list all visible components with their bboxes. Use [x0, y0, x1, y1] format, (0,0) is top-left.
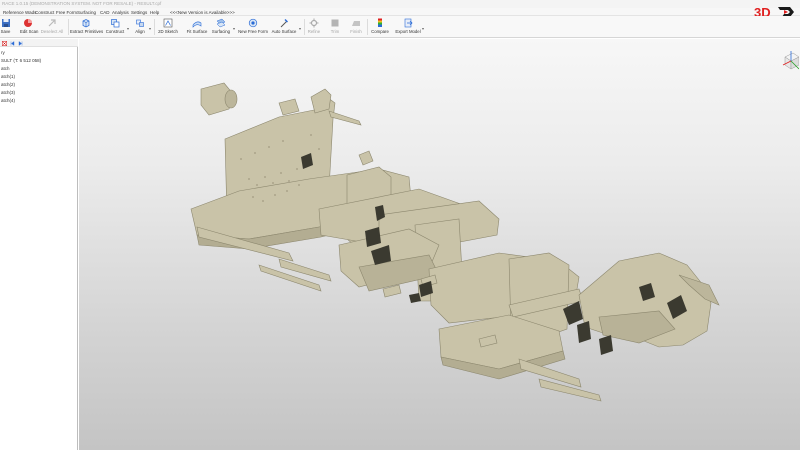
fit-surface-icon	[192, 21, 202, 28]
construct-icon	[111, 19, 120, 28]
ribbon-toolbar: Save Edit Scan Deselect All Extract Prim…	[0, 16, 800, 38]
update-notice-link[interactable]: <<<New Version is Available>>>	[170, 10, 235, 15]
tree-item[interactable]: atch(4)	[0, 97, 78, 105]
save-button-label: Save	[0, 29, 11, 34]
auto-surface-button[interactable]: Auto Surface	[270, 17, 298, 37]
trim-icon	[331, 19, 339, 27]
model-tree-panel: ry SULT (T: 6 512 058) atch atch(1) atch…	[0, 39, 78, 450]
auto-surface-label: Auto Surface	[271, 29, 297, 34]
fit-surface-label: Fit Surface	[186, 29, 208, 34]
finish-label: Finish	[350, 29, 362, 34]
menu-bar: Reference Wads Construct Free Form Surfa…	[0, 8, 800, 16]
menu-surfacing[interactable]: Surfacing	[77, 10, 96, 15]
export-model-dropdown-icon[interactable]: ▾	[422, 26, 424, 31]
toolbar-separator	[367, 19, 368, 35]
tree-toolbar	[0, 39, 78, 47]
edit-scan-icon	[24, 19, 32, 27]
construct-dropdown-icon[interactable]: ▾	[127, 26, 129, 31]
menu-help[interactable]: Help	[150, 10, 159, 15]
tree-item[interactable]: atch	[0, 65, 78, 73]
new-free-form-label: New Free Form	[238, 29, 268, 34]
align-button[interactable]: Align	[132, 17, 148, 37]
auto-surface-icon	[280, 19, 288, 28]
toolbar-separator	[304, 19, 305, 35]
edit-scan-button[interactable]: Edit Scan	[20, 17, 39, 37]
trim-button[interactable]: Trim	[329, 17, 341, 37]
align-label: Align	[135, 29, 145, 34]
surfacing-icon	[216, 18, 226, 28]
deselect-all-icon	[48, 19, 56, 27]
menu-construct[interactable]: Construct	[35, 10, 54, 15]
construct-button[interactable]: Construct	[104, 17, 126, 37]
align-dropdown-icon[interactable]: ▾	[149, 26, 151, 31]
finish-button[interactable]: Finish	[349, 17, 363, 37]
title-bar: RACE 1.0.15 (DEMONSTRATION SYSTEM. NOT F…	[0, 0, 800, 8]
extract-primitives-icon	[82, 19, 90, 28]
compare-icon	[378, 18, 382, 27]
menu-reference-wads[interactable]: Reference Wads	[3, 10, 36, 15]
refine-label: Refine	[307, 29, 321, 34]
fit-surface-button[interactable]: Fit Surface	[186, 17, 208, 37]
toolbar-separator	[68, 19, 69, 35]
extract-primitives-label: Extract Primitives	[70, 29, 104, 34]
refine-button[interactable]: Refine	[306, 17, 322, 37]
view-cube[interactable]	[779, 47, 799, 79]
extract-primitives-button[interactable]: Extract Primitives	[70, 17, 104, 37]
tree-collapse-icon[interactable]	[10, 40, 15, 46]
tree-item[interactable]: atch(3)	[0, 89, 78, 97]
construct-label: Construct	[105, 29, 125, 34]
toolbar-separator	[154, 19, 155, 35]
tree-item[interactable]: atch(2)	[0, 81, 78, 89]
scan-model-render[interactable]	[79, 39, 800, 450]
tree-item[interactable]: ry	[0, 49, 78, 57]
refine-icon	[309, 18, 319, 28]
menu-analysis[interactable]: Analysis	[112, 10, 129, 15]
3d-viewport[interactable]	[79, 39, 800, 450]
compare-button[interactable]: Compare	[370, 17, 390, 37]
model-tree: ry SULT (T: 6 512 058) atch atch(1) atch…	[0, 49, 78, 105]
save-button[interactable]: Save	[0, 17, 11, 37]
menu-cad[interactable]: CAD	[100, 10, 110, 15]
deselect-all-label: Deselect All	[40, 29, 64, 34]
edit-scan-label: Edit Scan	[20, 29, 39, 34]
tree-expand-icon[interactable]	[18, 40, 23, 46]
tree-item[interactable]: atch(1)	[0, 73, 78, 81]
export-model-button[interactable]: Export Model	[395, 17, 421, 37]
deselect-all-button[interactable]: Deselect All	[40, 17, 64, 37]
surfacing-button[interactable]: Surfacing	[210, 17, 232, 37]
2d-sketch-icon	[163, 18, 173, 28]
surfacing-dropdown-icon[interactable]: ▾	[233, 26, 235, 31]
finish-icon	[352, 21, 360, 26]
save-icon	[1, 19, 10, 27]
new-free-form-button[interactable]: New Free Form	[238, 17, 268, 37]
2d-sketch-label: 2D Sketch	[158, 29, 178, 34]
tree-filter-icon[interactable]	[2, 40, 7, 46]
menu-settings[interactable]: Settings	[131, 10, 147, 15]
surfacing-label: Surfacing	[211, 29, 231, 34]
align-icon	[136, 19, 144, 27]
menu-free-form[interactable]: Free Form	[56, 10, 77, 15]
2d-sketch-button[interactable]: 2D Sketch	[157, 17, 179, 37]
new-free-form-icon	[248, 18, 258, 28]
export-model-icon	[404, 18, 413, 28]
trim-label: Trim	[330, 29, 340, 34]
compare-label: Compare	[371, 29, 389, 34]
auto-surface-dropdown-icon[interactable]: ▾	[299, 26, 301, 31]
window-title: RACE 1.0.15 (DEMONSTRATION SYSTEM. NOT F…	[2, 1, 162, 6]
export-model-label: Export Model	[395, 29, 421, 34]
tree-item[interactable]: SULT (T: 6 512 058)	[0, 57, 78, 65]
